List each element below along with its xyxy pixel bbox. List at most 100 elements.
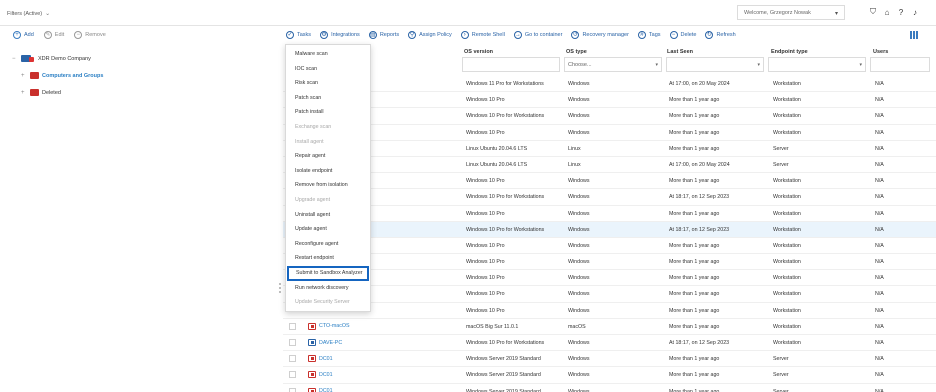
table-row[interactable]: DC01 Windows Server 2019 Standard Windows M…	[283, 367, 936, 384]
row-checkbox[interactable]	[289, 322, 296, 330]
menu-item-reconfigure-agent[interactable]: Reconfigure agent	[286, 237, 370, 252]
tree-node-root[interactable]: − XDR Demo Company	[12, 50, 103, 67]
os-version-filter[interactable]	[462, 57, 560, 72]
row-checkbox[interactable]	[289, 355, 296, 363]
assign-policy-button[interactable]: ⚲ Assign Policy	[408, 31, 452, 39]
expand-toggle-icon[interactable]: −	[12, 56, 18, 62]
menu-item-patch-scan[interactable]: Patch scan	[286, 91, 370, 106]
remove-button[interactable]: − Remove	[74, 31, 106, 39]
table-row[interactable]: DC01 Windows Server 2019 Standard Windows M…	[283, 384, 936, 392]
group-tree: − XDR Demo Company + Computers and Group…	[12, 50, 103, 101]
cell-os-type: Windows	[568, 291, 590, 298]
minus-icon: −	[669, 31, 678, 39]
filters-toggle[interactable]: Filters (Active) ⌄	[7, 10, 50, 17]
expand-toggle-icon[interactable]: +	[21, 73, 27, 79]
expand-toggle-icon[interactable]: +	[21, 90, 27, 96]
menu-item-update-agent[interactable]: Update agent	[286, 222, 370, 237]
remote-shell-button[interactable]: › Remote Shell	[460, 31, 505, 39]
table-row[interactable]: Windows 10 Pro Windows More than 1 year ag…	[283, 92, 936, 109]
row-checkbox[interactable]	[289, 387, 296, 392]
table-row[interactable]: Windows 10 Pro for Workstations Windows At…	[283, 221, 936, 238]
cell-endpoint-type: Workstation	[773, 97, 801, 104]
add-button[interactable]: + Add	[13, 31, 34, 39]
menu-item-malware-scan[interactable]: Malware scan	[286, 47, 370, 62]
tasks-button[interactable]: ✓ Tasks	[286, 31, 311, 39]
bell-icon[interactable]: ♪	[910, 7, 920, 17]
tree-node-computers-and-groups[interactable]: + Computers and Groups	[12, 67, 103, 84]
cell-last-seen: More than 1 year ago	[669, 129, 720, 136]
table-row[interactable]: Windows 10 Pro for Workstations Windows Mo…	[283, 108, 936, 125]
cell-endpoint-type: Workstation	[773, 242, 801, 249]
menu-item-restart-endpoint[interactable]: Restart endpoint	[286, 251, 370, 266]
splitter-handle[interactable]	[279, 283, 282, 297]
users-filter[interactable]	[870, 57, 930, 72]
cell-os-type: Windows	[568, 340, 590, 346]
os-type-filter[interactable]: Choose... ▾	[564, 57, 662, 72]
table-row[interactable]: Windows 10 Pro Windows More than 1 year ag…	[283, 125, 936, 141]
recovery-manager-button[interactable]: ↺ Recovery manager	[571, 31, 629, 39]
menu-item-submit-to-sandbox-analyzer[interactable]: Submit to Sandbox Analyzer	[287, 265, 369, 281]
reports-button[interactable]: ▤ Reports	[368, 31, 399, 39]
cell-users: N/A	[875, 226, 884, 233]
shield-icon[interactable]: ⛉	[868, 7, 878, 17]
col-header-last-seen[interactable]: Last Seen	[667, 49, 693, 55]
table-row[interactable]: CTO-macOS macOS Big Sur 11.0.1 macOS More t…	[283, 319, 936, 335]
col-header-os-version[interactable]: OS version	[464, 49, 493, 55]
table-row[interactable]: Windows 10 Pro Windows More than 1 year ag…	[283, 303, 936, 319]
cell-endpoint-type: Server	[773, 145, 789, 152]
endpoint-name-link[interactable]: DC01	[308, 355, 333, 363]
endpoint-name-link[interactable]: CTO-macOS	[308, 322, 350, 330]
endpoint-type-filter[interactable]: ▾	[768, 57, 866, 72]
chevron-down-icon: ▾	[655, 62, 658, 68]
last-seen-filter[interactable]: ▾	[666, 57, 764, 72]
table-row[interactable]: Windows 10 Pro for Workstations Windows At…	[283, 189, 936, 206]
table-row[interactable]: DC01 Windows Server 2019 Standard Windows M…	[283, 351, 936, 368]
tree-node-deleted[interactable]: + Deleted	[12, 84, 103, 101]
user-menu[interactable]: Welcome, Grzegorz Nowak ▾	[737, 5, 845, 20]
edit-button[interactable]: ✎ Edit	[43, 31, 64, 39]
menu-item-repair-agent[interactable]: Repair agent	[286, 149, 370, 164]
cell-os-type: Windows	[568, 372, 590, 379]
endpoint-name-link[interactable]: DC01	[308, 387, 333, 392]
menu-item-remove-from-isolation[interactable]: Remove from isolation	[286, 178, 370, 193]
table-row[interactable]: Windows 10 Pro Windows More than 1 year ag…	[283, 270, 936, 287]
col-header-users[interactable]: Users	[873, 49, 888, 55]
endpoint-name-link[interactable]: DAVE-PC	[308, 339, 342, 346]
row-checkbox[interactable]	[289, 339, 296, 346]
help-icon[interactable]: ?	[896, 7, 906, 17]
menu-item-uninstall-agent[interactable]: Uninstall agent	[286, 208, 370, 223]
cell-users: N/A	[875, 113, 884, 120]
cell-users: N/A	[875, 194, 884, 201]
menu-item-update-security-server: Update Security Server	[295, 299, 350, 306]
table-row[interactable]: Windows 10 Pro Windows More than 1 year ag…	[283, 254, 936, 271]
go-to-container-button[interactable]: → Go to container	[513, 31, 562, 39]
integrations-button[interactable]: ⚙ Integrations	[320, 31, 360, 39]
table-row[interactable]: Linux Ubuntu 20.04.6 LTS Linux More than 1…	[283, 141, 936, 157]
tag-icon: #	[637, 31, 646, 39]
column-selector-icon[interactable]	[910, 31, 919, 39]
table-row[interactable]: Windows 10 Pro Windows More than 1 year ag…	[283, 173, 936, 190]
table-row[interactable]: Windows 10 Pro Windows More than 1 year ag…	[283, 206, 936, 222]
delete-button[interactable]: − Delete	[669, 31, 696, 39]
menu-item-upgrade-agent: Upgrade agent	[295, 196, 331, 203]
table-row[interactable]: Linux Ubuntu 20.04.6 LTS Linux At 17:00, o…	[283, 157, 936, 174]
refresh-button[interactable]: ↻ Refresh	[705, 31, 736, 39]
menu-item-isolate-endpoint[interactable]: Isolate endpoint	[286, 164, 370, 179]
table-row[interactable]: DAVE-PC Windows 10 Pro for Workstations Wi…	[283, 335, 936, 352]
table-row[interactable]: Windows 11 Pro for Workstations Windows At…	[283, 76, 936, 93]
col-header-endpoint-type[interactable]: Endpoint type	[771, 49, 808, 55]
row-checkbox[interactable]	[289, 371, 296, 379]
tags-button[interactable]: # Tags	[637, 31, 661, 39]
col-header-os-type[interactable]: OS type	[566, 49, 587, 55]
table-row[interactable]: Windows 10 Pro Windows More than 1 year ag…	[283, 238, 936, 255]
cell-users: N/A	[875, 259, 884, 266]
endpoint-name-link[interactable]: DC01	[308, 371, 333, 379]
menu-item-ioc-scan[interactable]: IOC scan	[286, 62, 370, 77]
cell-endpoint-type: Workstation	[773, 226, 801, 233]
menu-item-patch-install[interactable]: Patch install	[286, 105, 370, 120]
cell-endpoint-type: Workstation	[773, 291, 801, 298]
gift-icon[interactable]: ⌂	[882, 7, 892, 17]
table-row[interactable]: Windows 10 Pro Windows More than 1 year ag…	[283, 286, 936, 303]
menu-item-risk-scan[interactable]: Risk scan	[286, 76, 370, 91]
menu-item-run-network-discovery[interactable]: Run network discovery	[286, 281, 370, 296]
